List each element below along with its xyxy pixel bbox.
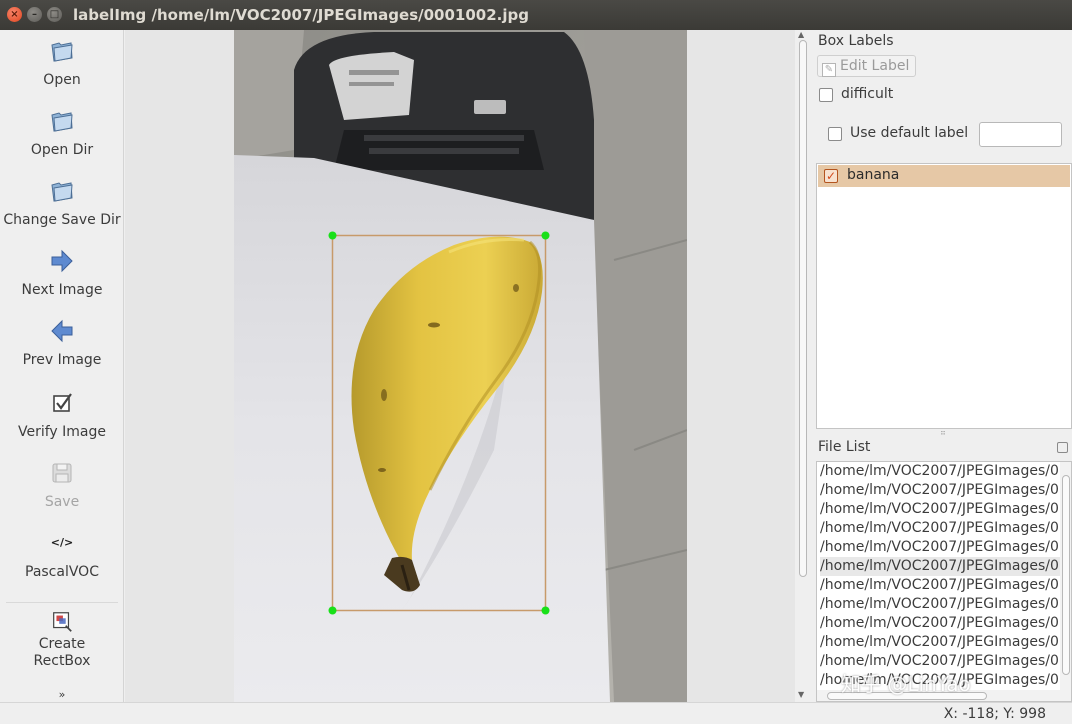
label-list-item[interactable]: ✓ banana — [818, 165, 1070, 187]
pascal-voc-button[interactable]: </> PascalVOC — [0, 530, 124, 580]
edit-label-button[interactable]: ✎ Edit Label — [817, 55, 916, 77]
floppy-icon — [52, 463, 72, 483]
difficult-checkbox[interactable] — [819, 88, 833, 102]
create-rectbox-button[interactable]: Create RectBox — [0, 610, 124, 670]
rectbox-icon — [53, 612, 72, 632]
default-label-input[interactable] — [979, 122, 1062, 147]
file-list[interactable]: /home/lm/VOC2007/JPEGImages/0 /home/lm/V… — [816, 461, 1072, 702]
file-list-item[interactable]: /home/lm/VOC2007/JPEGImages/0 — [820, 538, 1060, 557]
label-text: banana — [847, 167, 900, 183]
more-tools-icon[interactable]: » — [0, 688, 124, 701]
close-window-button[interactable]: × — [7, 7, 22, 22]
file-list-title: File List — [818, 439, 871, 455]
next-image-label: Next Image — [21, 282, 103, 298]
folder-icon — [51, 182, 73, 202]
prev-image-button[interactable]: Prev Image — [0, 318, 124, 368]
scroll-up-icon[interactable]: ▲ — [798, 30, 804, 39]
save-label: Save — [44, 494, 80, 510]
open-label: Open — [43, 72, 81, 88]
file-list-item[interactable]: /home/lm/VOC2007/JPEGImages/0 — [820, 500, 1060, 519]
file-list-item[interactable]: /home/lm/VOC2007/JPEGImages/0 — [820, 462, 1060, 481]
left-toolbar: Open Open Dir Change Save Dir Next Image… — [0, 30, 124, 702]
change-save-dir-button[interactable]: Change Save Dir — [0, 178, 124, 228]
next-image-button[interactable]: Next Image — [0, 248, 124, 298]
code-icon: </> — [50, 536, 74, 549]
box-handle-bottom-left[interactable] — [328, 606, 337, 615]
file-list-scrollbar[interactable] — [1060, 462, 1071, 701]
scroll-down-icon[interactable]: ▼ — [798, 690, 804, 699]
label-list[interactable]: ✓ banana — [816, 163, 1072, 429]
panel-splitter-icon[interactable]: ⠶ — [940, 428, 946, 437]
use-default-label-text: Use default label — [850, 125, 969, 141]
checkmark-icon — [53, 393, 72, 412]
canvas-scrollbar[interactable]: ▲ ▼ — [796, 30, 810, 702]
right-panel: Box Labels ✎ Edit Label difficult Use def… — [810, 30, 1072, 702]
arrow-left-icon — [51, 319, 73, 343]
edit-label-text: Edit Label — [840, 58, 910, 74]
undock-icon[interactable] — [1057, 442, 1068, 453]
canvas-scrollbar-thumb[interactable] — [799, 40, 807, 577]
box-handle-top-right[interactable] — [541, 231, 550, 240]
arrow-right-icon — [51, 249, 73, 273]
toolbar-separator — [6, 602, 118, 603]
file-list-item[interactable]: /home/lm/VOC2007/JPEGImages/0 — [820, 481, 1060, 500]
file-list-item[interactable]: /home/lm/VOC2007/JPEGImages/0 — [820, 633, 1060, 652]
file-list-item[interactable]: /home/lm/VOC2007/JPEGImages/0 — [820, 614, 1060, 633]
watermark: 知乎 @LinYao — [841, 672, 971, 696]
create-rectbox-label: Create RectBox — [33, 636, 91, 669]
title-bar: × – □ labelImg /home/lm/VOC2007/JPEGImag… — [0, 0, 1072, 30]
box-handle-top-left[interactable] — [328, 231, 337, 240]
open-button[interactable]: Open — [0, 38, 124, 88]
status-bar: X: -118; Y: 998 — [0, 702, 1072, 724]
bounding-box-overlay[interactable] — [125, 30, 795, 702]
verify-image-button[interactable]: Verify Image — [0, 390, 124, 440]
box-labels-title: Box Labels — [818, 33, 894, 49]
change-save-dir-label: Change Save Dir — [3, 212, 121, 228]
file-list-item[interactable]: /home/lm/VOC2007/JPEGImages/0 — [820, 595, 1060, 614]
use-default-label-checkbox[interactable] — [828, 127, 842, 141]
label-visible-checkbox[interactable]: ✓ — [824, 169, 838, 183]
open-dir-label: Open Dir — [30, 142, 94, 158]
open-dir-button[interactable]: Open Dir — [0, 108, 124, 158]
minimize-window-button[interactable]: – — [27, 7, 42, 22]
file-list-item[interactable]: /home/lm/VOC2007/JPEGImages/0 — [820, 519, 1060, 538]
file-list-item-selected[interactable]: /home/lm/VOC2007/JPEGImages/0 — [820, 557, 1060, 576]
cursor-coordinates: X: -118; Y: 998 — [943, 706, 1046, 722]
verify-image-label: Verify Image — [17, 424, 106, 440]
image-canvas[interactable] — [125, 30, 795, 702]
save-button[interactable]: Save — [0, 460, 124, 510]
folder-icon — [51, 42, 73, 62]
bounding-box[interactable] — [331, 234, 547, 612]
prev-image-label: Prev Image — [22, 352, 102, 368]
maximize-window-button[interactable]: □ — [47, 7, 62, 22]
folder-icon — [51, 112, 73, 132]
file-list-item[interactable]: /home/lm/VOC2007/JPEGImages/0 — [820, 576, 1060, 595]
window-title: labelImg /home/lm/VOC2007/JPEGImages/000… — [73, 6, 529, 24]
pascal-voc-label: PascalVOC — [25, 564, 99, 580]
difficult-label: difficult — [841, 86, 894, 102]
file-list-scrollbar-thumb[interactable] — [1062, 475, 1070, 675]
box-handle-bottom-right[interactable] — [541, 606, 550, 615]
pencil-icon: ✎ — [822, 63, 836, 77]
